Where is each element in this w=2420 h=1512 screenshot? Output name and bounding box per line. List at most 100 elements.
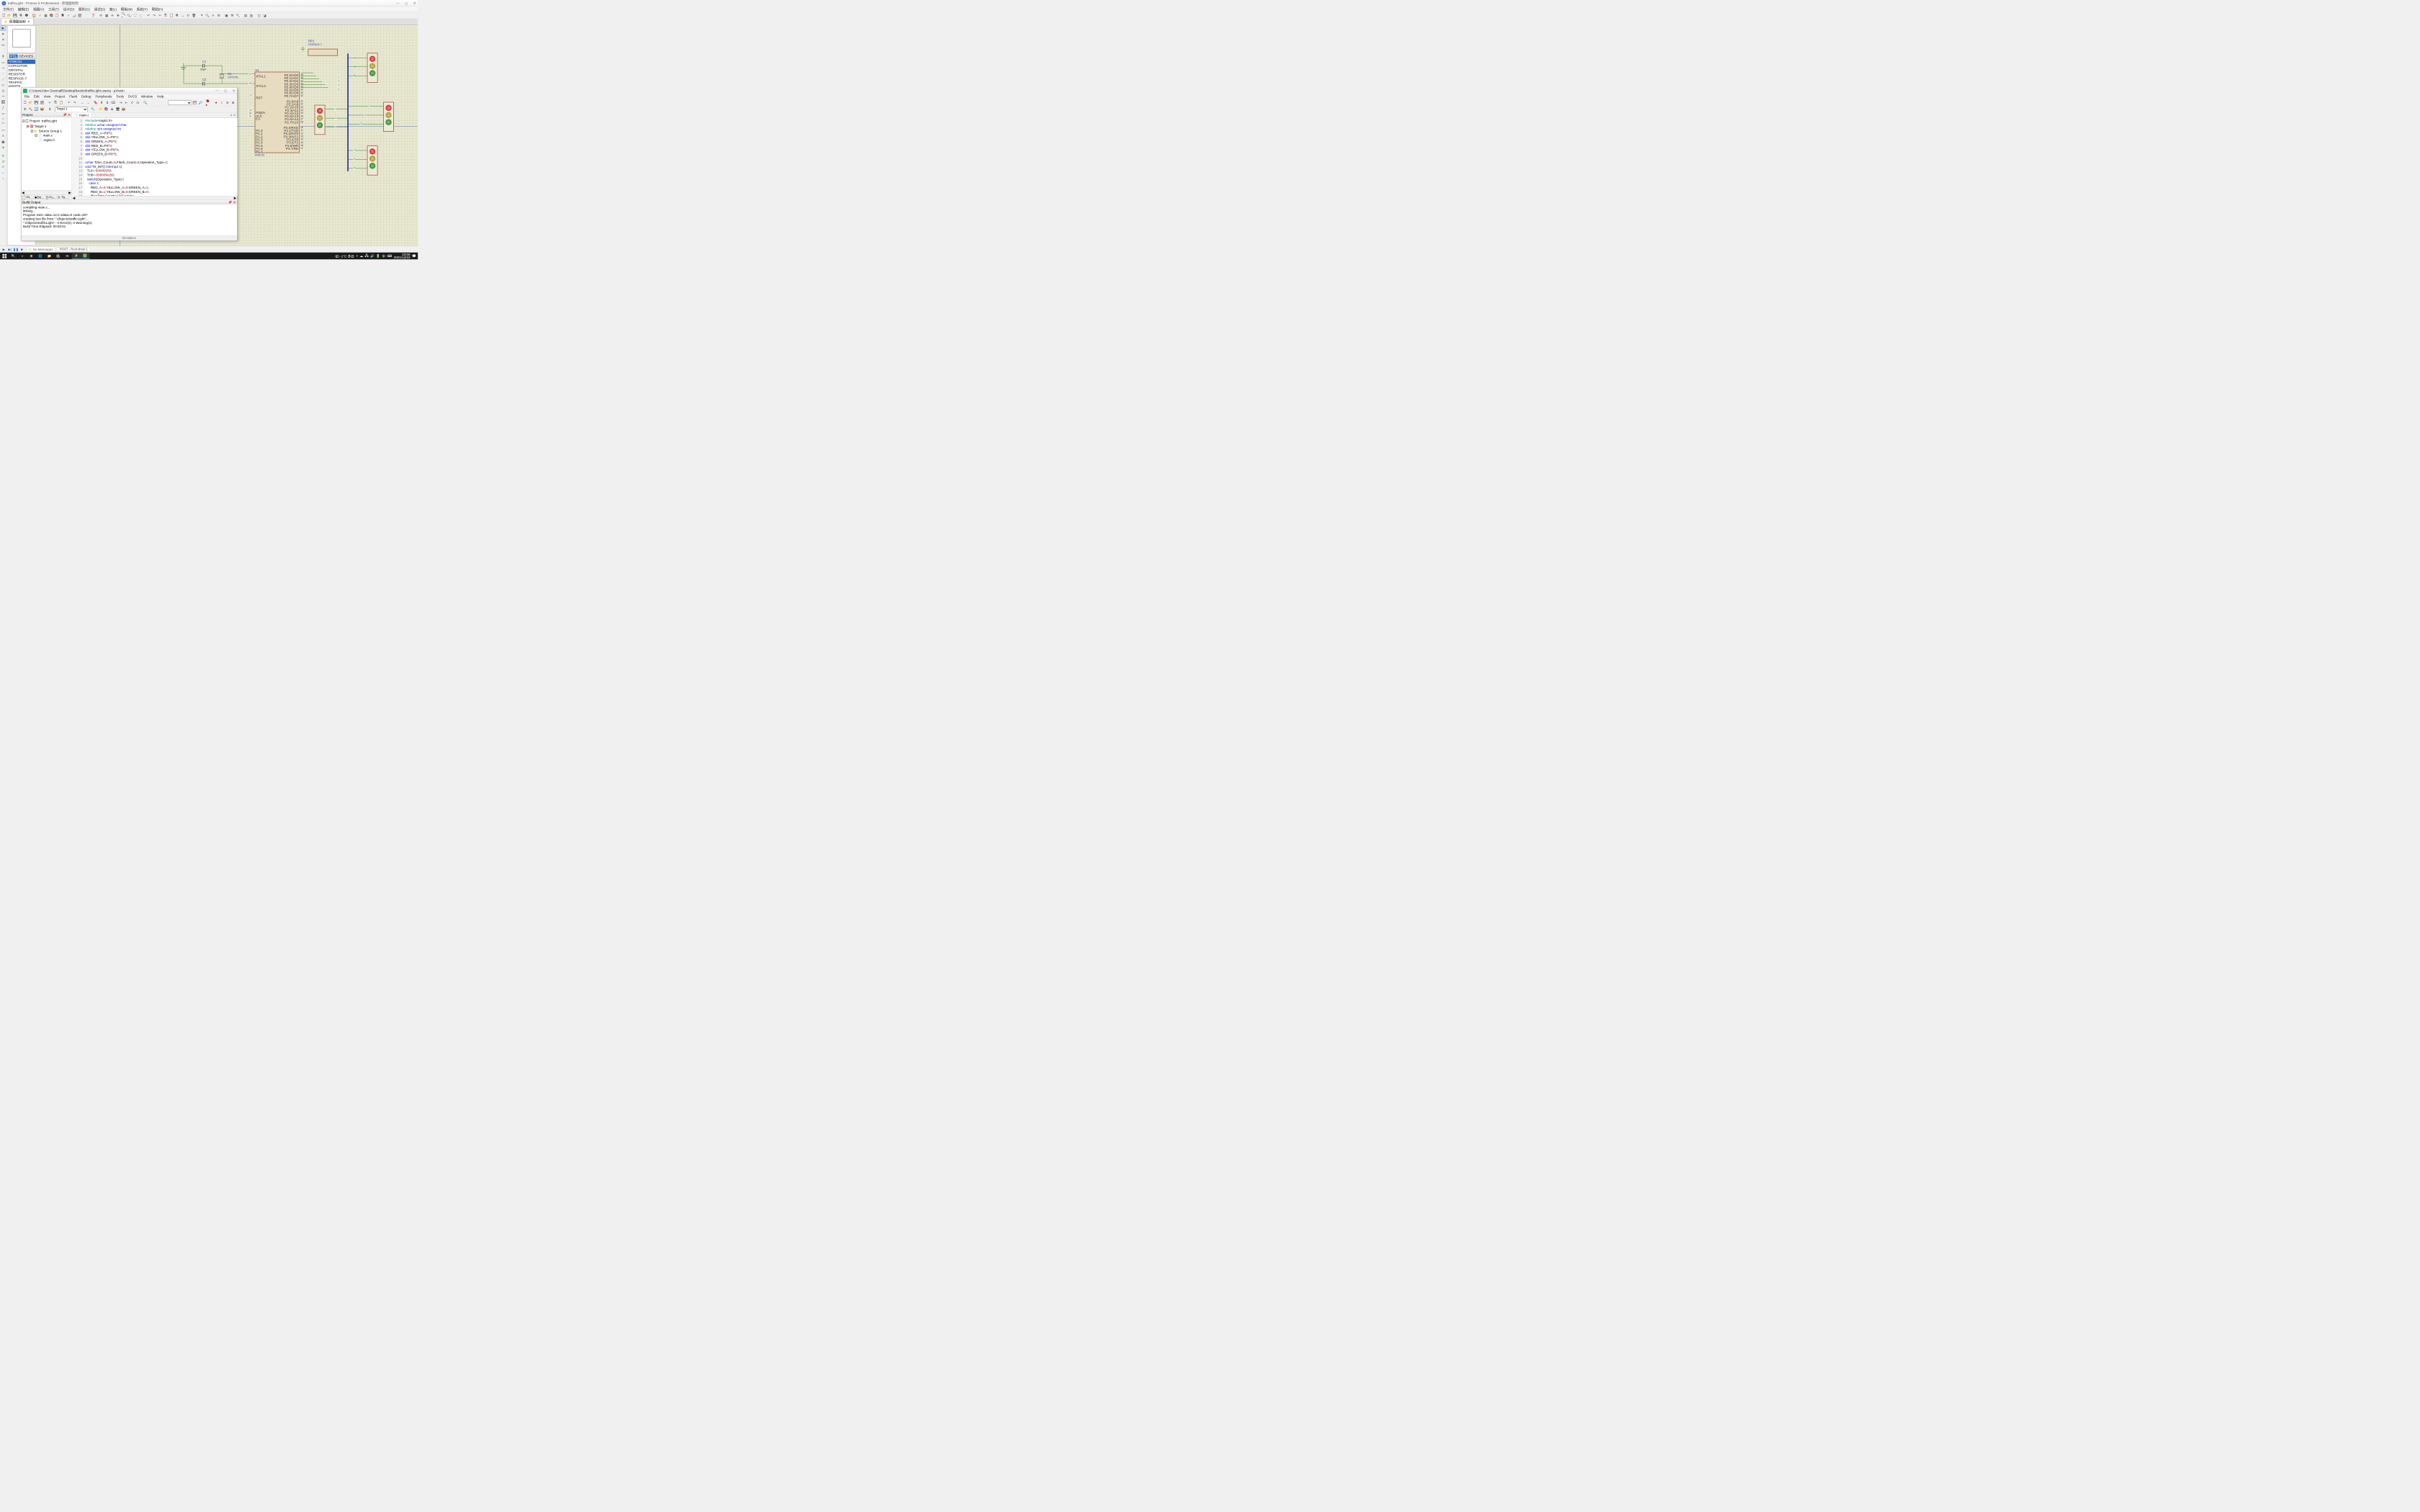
redo-icon[interactable]: ↷ — [151, 13, 156, 18]
uv-maximize-button[interactable]: ▢ — [224, 89, 227, 92]
menu-tools[interactable]: 工具(T) — [46, 6, 60, 12]
box-tool-icon[interactable]: ▭ — [1, 111, 6, 116]
mail-icon[interactable]: ✉ — [63, 253, 71, 260]
block-copy-icon[interactable]: ⧉ — [174, 13, 179, 18]
arc-tool-icon[interactable]: ⌒ — [1, 122, 6, 127]
traffic-light-right[interactable] — [383, 102, 394, 132]
traffic-light-left[interactable] — [315, 105, 326, 135]
uv-comment-icon[interactable]: // — [130, 100, 135, 105]
uv-find-dropdown[interactable] — [168, 100, 192, 105]
play-button[interactable]: ▶ — [1, 247, 6, 252]
new-icon[interactable]: 🗋 — [1, 13, 6, 18]
proj-tab-books[interactable]: ◆ Bo... — [34, 195, 45, 200]
tool6-icon[interactable]: ◫ — [256, 13, 261, 18]
uv-bookmark-next-icon[interactable]: ⬇ — [104, 100, 109, 105]
output-close-icon[interactable]: ✕ — [233, 201, 236, 204]
uv-bp-kill-icon[interactable]: ⊘ — [225, 100, 230, 105]
task-view-icon[interactable]: ⊞ — [27, 253, 35, 260]
tool7-icon[interactable]: ◪ — [262, 13, 267, 18]
u1-chip[interactable]: XTAL1XTAL2RSTPSENALEEAP1.0P1.1P1.2P1.3P1… — [255, 72, 300, 153]
proj-tab-templates[interactable]: 0. Te... — [57, 195, 69, 200]
uv-select-device-icon[interactable]: 🖥 — [115, 107, 120, 112]
output-pin-icon[interactable]: 📌 — [228, 201, 233, 204]
store-icon[interactable]: 🛍 — [54, 253, 63, 260]
uv-save-icon[interactable]: 💾 — [34, 100, 39, 105]
onedrive-icon[interactable]: ☁ — [360, 254, 364, 258]
rp1-component[interactable] — [308, 49, 338, 56]
uv-open-icon[interactable]: 📂 — [28, 100, 33, 105]
uv-download-icon[interactable]: ⬇ — [48, 107, 53, 112]
build-output-text[interactable]: compiling main.c...linking...Program Siz… — [21, 204, 237, 235]
rotate-cw-icon[interactable]: ↻ — [1, 153, 6, 158]
uv-bp-disable-icon[interactable]: ○ — [219, 100, 224, 105]
mirror-h-icon[interactable]: ↔ — [1, 170, 6, 175]
uv-indent-icon[interactable]: ⇥ — [118, 100, 123, 105]
zoom-out-icon[interactable]: 🔍- — [127, 13, 132, 18]
panel-close-icon[interactable]: ✕ — [68, 113, 71, 117]
pick-icon[interactable]: ⌖ — [199, 13, 204, 18]
uv-menu-project[interactable]: Project — [53, 94, 67, 99]
schematic-icon[interactable]: ⚡ — [37, 13, 42, 18]
message-area[interactable]: ⓘ No Messages — [27, 246, 55, 252]
uv-saveall-icon[interactable]: 🗃 — [40, 100, 45, 105]
battery-icon[interactable]: 🔋 — [376, 254, 380, 258]
uv-redo-icon[interactable]: ↷ — [72, 100, 77, 105]
uv-menu-edit[interactable]: Edit — [32, 94, 41, 99]
uvision-title-bar[interactable]: C:\Users\Alex Greenall\Desktop\keshe\tra… — [21, 88, 237, 94]
uv-options-icon[interactable]: 🔧 — [90, 107, 95, 112]
cortana-icon[interactable]: ○ — [18, 253, 27, 260]
search-icon[interactable]: 🔍 — [205, 13, 210, 18]
weather-widget[interactable]: 🌤 -1°C 多云 — [335, 253, 354, 258]
origin-icon[interactable]: ✛ — [109, 13, 115, 18]
block-rotate-icon[interactable]: ↻ — [186, 13, 191, 18]
uv-find-icon[interactable]: 🔍 — [143, 100, 148, 105]
menu-debug[interactable]: 调试(D) — [92, 6, 107, 12]
symbol-tool-icon[interactable]: ▣ — [1, 139, 6, 144]
menu-help[interactable]: 帮助(H) — [150, 6, 164, 12]
uv-rebuild-icon[interactable]: 🔄 — [34, 107, 39, 112]
page-icon[interactable]: 📄 — [83, 13, 88, 18]
circle-tool-icon[interactable]: ○ — [1, 116, 6, 121]
traffic-light-top-right[interactable] — [367, 53, 378, 82]
bom-icon[interactable]: 📋 — [55, 13, 60, 18]
uv-debug-icon[interactable]: 🐞▸ — [206, 100, 211, 105]
menu-edit[interactable]: 编辑(E) — [16, 6, 30, 12]
help-icon[interactable]: ❓ — [91, 13, 96, 18]
uv-manage-icon[interactable]: 📁 — [98, 107, 103, 112]
uv-paste-icon[interactable]: 📋 — [58, 100, 63, 105]
rotation-angle[interactable]: 0° — [1, 164, 6, 169]
marker-tool-icon[interactable]: ✛ — [1, 145, 6, 150]
project-tree[interactable]: ⊟🗀 Project: trafficLight ⊟🎯 Target 1 ⊟📁 … — [21, 117, 71, 190]
pan-icon[interactable]: ✥ — [115, 13, 120, 18]
uv-find-in-files-icon[interactable]: 🗂 — [192, 100, 197, 105]
uv-manage-components-icon[interactable]: ◈ — [109, 107, 115, 112]
uv-breakpoint-icon[interactable]: ● — [213, 100, 218, 105]
system-tray[interactable]: 🌤 -1°C 多云 ˄ ☁ 🖧 🔊 🔋 中 ⌨ 23:56 2021/12/22… — [333, 253, 418, 258]
save-icon[interactable]: 💾 — [12, 13, 17, 18]
uv-menu-help[interactable]: Help — [156, 94, 166, 99]
uv-new-icon[interactable]: 🗋 — [22, 100, 27, 105]
close-button[interactable]: ✕ — [413, 1, 416, 5]
tool1-icon[interactable]: ▣ — [224, 13, 229, 18]
editor-close-icon[interactable]: ✕ — [233, 114, 236, 117]
search-icon[interactable]: 🔍 — [9, 253, 17, 260]
library-icon[interactable]: 📚 — [49, 13, 54, 18]
uv-pack-icon[interactable]: 📦 — [121, 107, 126, 112]
uv-minimize-button[interactable]: — — [215, 89, 219, 92]
proj-tab-functions[interactable]: {} Fu... — [45, 195, 57, 200]
clock[interactable]: 23:56 2021/12/22 — [394, 253, 411, 258]
uvision-window[interactable]: C:\Users\Alex Greenall\Desktop\keshe\tra… — [21, 87, 237, 240]
tab-schematic[interactable]: ⚡ 原理图绘制 ✕ — [1, 18, 34, 24]
print-icon[interactable]: 🖶 — [24, 13, 29, 18]
pcb-icon[interactable]: ▦ — [43, 13, 48, 18]
menu-system[interactable]: 系统(Y) — [135, 6, 149, 12]
minimize-button[interactable]: — — [396, 1, 400, 5]
uv-menu-svcs[interactable]: SVCS — [126, 94, 138, 99]
uvision-task-icon[interactable]: 🟩 — [81, 253, 89, 260]
bus-tool-icon[interactable]: ╪ — [1, 54, 6, 59]
erc-icon[interactable]: ✓ — [66, 13, 71, 18]
stop-button[interactable]: ■ — [19, 247, 24, 252]
uv-nav-fwd-icon[interactable]: → — [86, 100, 91, 105]
rotate-ccw-icon[interactable]: ↺ — [1, 158, 6, 163]
netlist-icon[interactable]: 🗎 — [60, 13, 65, 18]
